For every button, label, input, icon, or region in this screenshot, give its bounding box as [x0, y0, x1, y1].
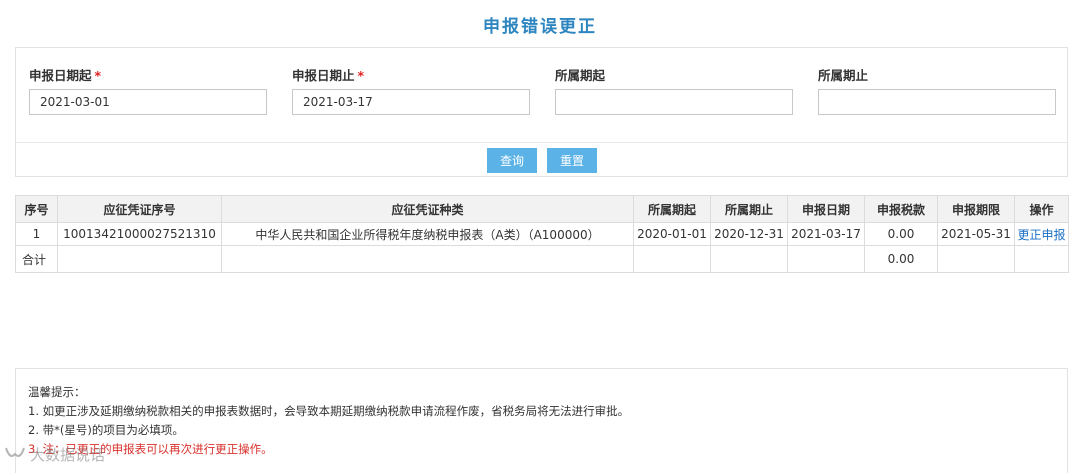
column-header: 所属期起 [633, 195, 711, 223]
watermark-text: 大数据说话 [30, 445, 106, 464]
query-button[interactable]: 查询 [487, 148, 537, 173]
page-title: 申报错误更正 [483, 17, 597, 37]
period-start-field: 所属期起 [555, 68, 793, 115]
column-header: 申报税款 [864, 195, 938, 223]
cell-period-start: 2020-01-01 [633, 222, 711, 246]
start-date-field: 申报日期起 * [29, 68, 267, 115]
table-header-row: 序号 应征凭证序号 应征凭证种类 所属期起 所属期止 申报日期 申报税款 申报期… [15, 195, 1069, 223]
period-end-field: 所属期止 [818, 68, 1056, 115]
cell-voucher-type: 中华人民共和国企业所得税年度纳税申报表（A类）（A100000） [221, 222, 634, 246]
required-mark: * [357, 68, 365, 83]
cell-deadline: 2021-05-31 [937, 222, 1015, 246]
column-header: 所属期止 [710, 195, 788, 223]
period-end-label: 所属期止 [818, 68, 869, 83]
wechat-channel-icon [5, 447, 25, 457]
table-row: 1 10013421000027521310 中华人民共和国企业所得税年度纳税申… [15, 222, 1069, 246]
cell-declare-date: 2021-03-17 [787, 222, 865, 246]
tip-item: 2. 带*(星号)的项目为必填项。 [28, 423, 184, 437]
correct-declaration-link[interactable]: 更正申报 [1017, 228, 1065, 242]
reset-button[interactable]: 重置 [547, 148, 597, 173]
total-tax-amount: 0.00 [864, 245, 938, 273]
period-start-input[interactable] [555, 89, 793, 115]
cell-tax-amount: 0.00 [864, 222, 938, 246]
period-end-input[interactable] [818, 89, 1056, 115]
cell-voucher-no: 10013421000027521310 [57, 222, 222, 246]
cell-index: 1 [15, 222, 58, 246]
cell-action: 更正申报 [1014, 222, 1069, 246]
cell-period-end: 2020-12-31 [710, 222, 788, 246]
column-header: 应征凭证种类 [221, 195, 634, 223]
column-header: 申报期限 [937, 195, 1015, 223]
column-header: 申报日期 [787, 195, 865, 223]
results-table: 序号 应征凭证序号 应征凭证种类 所属期起 所属期止 申报日期 申报税款 申报期… [15, 195, 1069, 273]
tips-title: 温馨提示： [28, 385, 86, 399]
column-header: 序号 [15, 195, 58, 223]
column-header: 应征凭证序号 [57, 195, 222, 223]
end-date-label: 申报日期止 [292, 68, 355, 83]
filter-divider [16, 142, 1067, 143]
start-date-input[interactable] [29, 89, 267, 115]
tip-item: 3. 注：已更正的申报表可以再次进行更正操作。 [28, 442, 273, 456]
period-start-label: 所属期起 [555, 68, 606, 83]
total-label: 合计 [15, 245, 58, 273]
end-date-field: 申报日期止 * [292, 68, 530, 115]
end-date-input[interactable] [292, 89, 530, 115]
filter-panel: 申报日期起* 申报日期止* 所属期起 所属期止 查询 重置 [15, 47, 1068, 177]
column-header: 操作 [1014, 195, 1069, 223]
watermark: 大数据说话 [4, 440, 105, 468]
total-row: 合计 0.00 [15, 245, 1069, 273]
start-date-label: 申报日期起 [29, 68, 92, 83]
tips-panel: 温馨提示： 1. 如更正涉及延期缴纳税款相关的申报表数据时，会导致本期延期缴纳税… [15, 368, 1068, 473]
required-mark: * [94, 68, 102, 83]
tip-item: 1. 如更正涉及延期缴纳税款相关的申报表数据时，会导致本期延期缴纳税款申请流程作… [28, 404, 630, 418]
